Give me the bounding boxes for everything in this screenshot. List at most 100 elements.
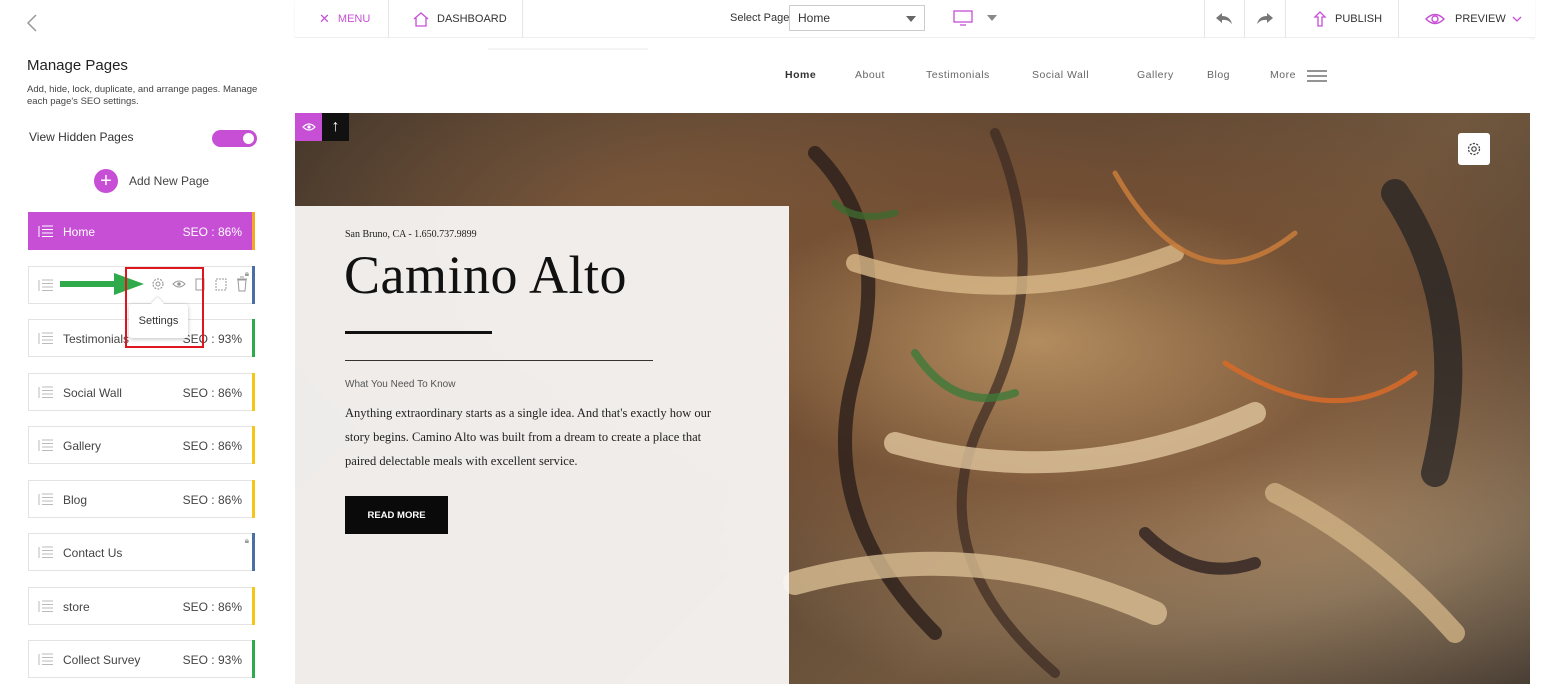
section-visibility-button[interactable] [295, 113, 322, 141]
seo-status-bar [252, 533, 255, 571]
logo-placeholder [488, 48, 648, 50]
page-name: Contact Us [63, 546, 123, 560]
page-row-social-wall[interactable]: Social Wall SEO : 86% [28, 373, 255, 411]
divider [345, 360, 653, 361]
page-name: store [63, 600, 90, 614]
arrow-up-icon: ↑ [331, 118, 340, 135]
device-switcher[interactable] [953, 10, 997, 26]
nav-item-blog[interactable]: Blog [1207, 69, 1230, 81]
plus-icon: + [94, 169, 118, 193]
page-row-gallery[interactable]: Gallery SEO : 86% [28, 426, 255, 464]
eye-icon [301, 123, 316, 131]
seo-status-bar [252, 640, 255, 678]
toolbar-divider [1244, 0, 1245, 38]
settings-tooltip: Settings [129, 304, 188, 338]
hero-subheading: What You Need To Know [345, 379, 456, 390]
upload-icon [1313, 11, 1327, 27]
seo-score: SEO : 86% [182, 386, 242, 400]
move-section-up-button[interactable]: ↑ [322, 113, 349, 141]
lock-icon: 🔒︎ [244, 536, 249, 545]
drag-handle-icon[interactable] [38, 493, 53, 506]
add-new-page-button[interactable]: + Add New Page [94, 169, 209, 193]
seo-status-bar [252, 426, 255, 464]
publish-label: PUBLISH [1335, 13, 1383, 25]
page-name: Collect Survey [63, 653, 141, 667]
eye-icon [1425, 13, 1445, 25]
toolbar-divider [388, 0, 389, 38]
hero-title: Camino Alto [344, 245, 628, 305]
divider [345, 331, 492, 334]
manage-pages-sidebar: Manage Pages Add, hide, lock, duplicate,… [0, 0, 280, 684]
toolbar-divider [522, 0, 523, 38]
sidebar-title: Manage Pages [27, 57, 128, 74]
drag-handle-icon[interactable] [38, 386, 53, 399]
nav-item-about[interactable]: About [855, 69, 885, 81]
page-row-home[interactable]: Home SEO : 86% [28, 212, 255, 250]
view-hidden-pages-label: View Hidden Pages [29, 130, 134, 144]
view-hidden-pages-toggle[interactable] [212, 130, 257, 147]
back-chevron-icon[interactable] [24, 12, 40, 34]
nav-item-gallery[interactable]: Gallery [1137, 69, 1174, 81]
toolbar-divider [1204, 0, 1205, 38]
dashboard-label: DASHBOARD [437, 13, 507, 25]
seo-status-bar [252, 319, 255, 357]
undo-icon[interactable] [1214, 10, 1234, 28]
section-settings-button[interactable] [1458, 133, 1490, 165]
nav-item-testimonials[interactable]: Testimonials [926, 69, 990, 81]
page-name: Home [63, 225, 96, 239]
gear-icon [1467, 142, 1481, 156]
menu-button[interactable]: ✕ MENU [319, 0, 370, 38]
lock-icon: 🔒︎ [244, 269, 249, 278]
redo-icon[interactable] [1255, 10, 1275, 28]
drag-handle-icon[interactable] [38, 225, 53, 238]
select-page-dropdown[interactable]: Home [789, 5, 925, 31]
section-tools: ↑ [295, 113, 349, 141]
drag-handle-icon[interactable] [38, 546, 53, 559]
site-navigation: Home About Testimonials Social Wall Gall… [295, 38, 1530, 113]
hamburger-menu-icon[interactable] [1307, 70, 1327, 82]
seo-score: SEO : 86% [182, 225, 242, 239]
chevron-down-icon [906, 16, 916, 22]
hero-section[interactable]: ↑ San Bruno, CA - 1.650.737.9899 Camino … [295, 113, 1530, 684]
page-row-contact-us[interactable]: Contact Us 🔒︎ [28, 533, 255, 571]
nav-item-social-wall[interactable]: Social Wall [1032, 69, 1089, 81]
preview-label: PREVIEW [1455, 13, 1506, 25]
publish-button[interactable]: PUBLISH [1313, 0, 1382, 38]
page-row-collect-survey[interactable]: Collect Survey SEO : 93% [28, 640, 255, 678]
select-page-value: Home [798, 11, 831, 25]
seo-status-bar [252, 266, 255, 304]
hero-body-text: Anything extraordinary starts as a singl… [345, 406, 712, 468]
seo-status-bar [252, 212, 255, 250]
chevron-down-icon [987, 15, 997, 21]
seo-status-bar [252, 587, 255, 625]
page-name: Blog [63, 493, 88, 507]
page-row-blog[interactable]: Blog SEO : 86% [28, 480, 255, 518]
drag-handle-icon[interactable] [38, 439, 53, 452]
toolbar-divider [1285, 0, 1286, 38]
sidebar-description: Add, hide, lock, duplicate, and arrange … [27, 84, 258, 107]
drag-handle-icon[interactable] [38, 600, 53, 613]
page-row-store[interactable]: store SEO : 86% [28, 587, 255, 625]
location-text: San Bruno, CA - 1.650.737.9899 [345, 229, 477, 240]
select-page-label: Select Page [730, 12, 790, 24]
nav-item-more[interactable]: More [1270, 69, 1296, 81]
drag-handle-icon[interactable] [38, 653, 53, 666]
seo-status-bar [252, 480, 255, 518]
desktop-icon [953, 10, 973, 26]
seo-score: SEO : 86% [182, 493, 242, 507]
toolbar-divider [1398, 0, 1399, 38]
nav-item-home[interactable]: Home [785, 69, 816, 81]
seo-score: SEO : 86% [182, 439, 242, 453]
read-more-button[interactable]: READ MORE [345, 496, 448, 534]
drag-handle-icon[interactable] [38, 332, 53, 345]
editor-root: Manage Pages Add, hide, lock, duplicate,… [0, 0, 1551, 684]
menu-label: MENU [337, 13, 371, 25]
drag-handle-icon[interactable] [38, 279, 53, 292]
seo-status-bar [252, 373, 255, 411]
seo-score: SEO : 93% [182, 653, 242, 667]
add-new-page-label: Add New Page [129, 174, 210, 188]
preview-button[interactable]: PREVIEW [1425, 0, 1532, 38]
chevron-down-icon [1512, 16, 1522, 22]
dashboard-button[interactable]: DASHBOARD [413, 0, 507, 38]
lock-page-icon[interactable] [214, 276, 228, 292]
